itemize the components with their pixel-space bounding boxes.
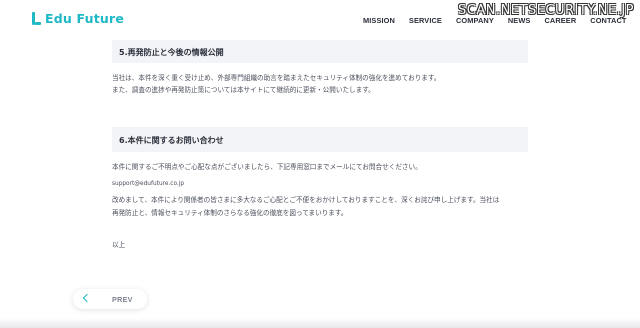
bottom-edge-shadow: [0, 318, 640, 328]
section-5-line-1: 当社は、本件を深く重く受け止め、外部専門組織の助言を踏まえたセキュリティ体制の強…: [112, 74, 441, 82]
section-5-line-2: また、調査の進捗や再発防止策については本サイトにて継続的に更新・公開いたします。: [112, 86, 375, 94]
section-6-heading: 6.本件に関するお問い合わせ: [112, 127, 528, 152]
prev-button[interactable]: PREV: [73, 289, 147, 309]
section-5-heading: 5.再発防止と今後の情報公開: [112, 40, 528, 63]
prev-label: PREV: [112, 295, 133, 304]
support-email-link[interactable]: support@edufuture.co.jp: [112, 181, 184, 187]
section-5-title: 5.再発防止と今後の情報公開: [119, 48, 224, 57]
site-header: Edu Future MISSION SERVICE COMPANY NEWS …: [0, 0, 640, 38]
source-watermark: SCAN.NETSECURITY.NE.JP: [457, 3, 634, 18]
site-logo[interactable]: Edu Future: [32, 11, 124, 26]
section-6-apology-line-1: 改めまして、本件により関係者の皆さまに多大なるご心配とご不便をおかけしております…: [112, 196, 500, 204]
section-6-intro: 本件に関するご不明点やご心配な点がございましたら、下記専用窓口までメールにてお問…: [112, 163, 422, 171]
closing-text: 以上: [112, 241, 126, 249]
logo-text: Edu Future: [45, 11, 125, 26]
logo-icon: [32, 12, 41, 25]
chevron-left-icon: [82, 293, 92, 303]
section-6-title: 6.本件に関するお問い合わせ: [119, 136, 224, 145]
nav-service[interactable]: SERVICE: [409, 16, 442, 25]
section-6-apology-line-2: 再発防止と、情報セキュリティ体制のさらなる強化の徹底を図ってまいります。: [112, 209, 348, 217]
nav-mission[interactable]: MISSION: [363, 16, 395, 25]
